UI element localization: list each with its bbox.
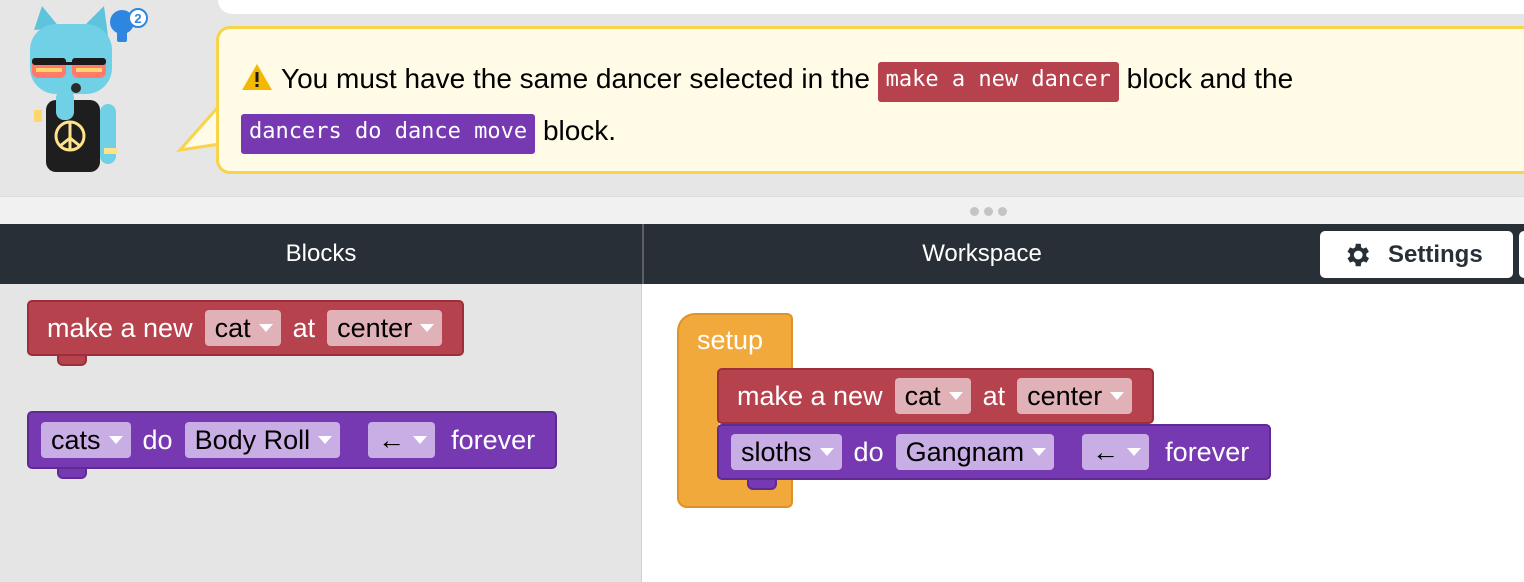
instruction-text-part2: block and the bbox=[1126, 63, 1294, 94]
chevron-down-icon bbox=[948, 392, 963, 400]
dance-move-dropdown-value: Body Roll bbox=[194, 424, 311, 455]
dance-move-dropdown[interactable]: Gangnam bbox=[895, 434, 1055, 470]
block-text-forever: forever bbox=[1165, 436, 1250, 467]
editor-header: Blocks Workspace Settings bbox=[0, 224, 1524, 284]
block-text-at: at bbox=[292, 312, 316, 343]
resize-divider[interactable] bbox=[0, 196, 1524, 224]
instruction-bubble: You must have the same dancer selected i… bbox=[216, 26, 1524, 174]
resize-grip-icon[interactable] bbox=[970, 207, 1007, 216]
dancer-dropdown[interactable]: cat bbox=[204, 310, 281, 346]
position-dropdown-value: center bbox=[1027, 380, 1103, 411]
direction-dropdown[interactable]: ← bbox=[1082, 434, 1150, 470]
block-text-at: at bbox=[982, 380, 1006, 411]
code-make-new-dancer: make a new dancer bbox=[877, 62, 1119, 102]
instruction-text: You must have the same dancer selected i… bbox=[241, 53, 1461, 157]
direction-dropdown-value: ← bbox=[1092, 436, 1120, 467]
workspace-make-new-dancer-block[interactable]: make a new cat at center bbox=[717, 368, 1155, 424]
workspace-do-dance-move-block[interactable]: sloths do Gangnam ← forever bbox=[717, 424, 1272, 490]
hint-count-badge: 2 bbox=[134, 11, 141, 26]
code-dancers-do-dance-move: dancers do dance move bbox=[241, 114, 536, 154]
chevron-down-icon bbox=[1110, 392, 1125, 400]
chevron-down-icon bbox=[108, 436, 123, 444]
settings-button[interactable]: Settings bbox=[1320, 231, 1513, 278]
group-dropdown-value: cats bbox=[51, 424, 101, 455]
group-dropdown[interactable]: sloths bbox=[731, 434, 842, 470]
offscreen-button-edge[interactable] bbox=[1519, 231, 1524, 278]
block-text-forever: forever bbox=[451, 424, 536, 455]
dancer-dropdown[interactable]: cat bbox=[894, 378, 971, 414]
blocks-header: Blocks bbox=[285, 240, 357, 267]
chevron-down-icon bbox=[420, 324, 435, 332]
group-dropdown-value: sloths bbox=[741, 436, 812, 467]
settings-label: Settings bbox=[1388, 240, 1483, 268]
chevron-down-icon bbox=[318, 436, 333, 444]
instruction-text-part1: You must have the same dancer selected i… bbox=[281, 63, 870, 94]
position-dropdown-value: center bbox=[337, 312, 413, 343]
direction-dropdown[interactable]: ← bbox=[368, 422, 436, 458]
block-connector bbox=[747, 480, 777, 490]
direction-dropdown-value: ← bbox=[378, 424, 406, 455]
instructions-panel: 2 You must have the same dancer selected… bbox=[0, 0, 1524, 196]
block-text-do: do bbox=[142, 424, 173, 455]
workspace-header: Workspace bbox=[922, 240, 1042, 267]
block-text-make-a-new: make a new bbox=[737, 380, 883, 411]
warning-icon bbox=[242, 64, 272, 90]
chevron-down-icon bbox=[413, 436, 428, 444]
lightbulb-icon[interactable]: 2 bbox=[108, 4, 148, 54]
block-connector bbox=[57, 356, 87, 366]
toolbox-make-new-dancer-block[interactable]: make a new cat at center bbox=[27, 300, 465, 366]
dancer-dropdown-value: cat bbox=[904, 380, 941, 411]
dancer-dropdown-value: cat bbox=[214, 312, 251, 343]
instructions-top-strip bbox=[218, 0, 1524, 14]
setup-label: setup bbox=[697, 325, 764, 355]
chevron-down-icon bbox=[1127, 448, 1142, 456]
dance-move-dropdown[interactable]: Body Roll bbox=[184, 422, 341, 458]
toolbox-do-dance-move-block[interactable]: cats do Body Roll ← forever bbox=[27, 411, 558, 479]
instruction-text-part3: block. bbox=[542, 115, 617, 146]
chevron-down-icon bbox=[1032, 448, 1047, 456]
block-connector bbox=[57, 469, 87, 479]
block-text-make-a-new: make a new bbox=[47, 312, 193, 343]
chevron-down-icon bbox=[258, 324, 273, 332]
position-dropdown[interactable]: center bbox=[327, 310, 443, 346]
gear-icon bbox=[1347, 243, 1369, 266]
chevron-down-icon bbox=[819, 448, 834, 456]
group-dropdown[interactable]: cats bbox=[41, 422, 131, 458]
position-dropdown[interactable]: center bbox=[1017, 378, 1133, 414]
dance-move-dropdown-value: Gangnam bbox=[905, 436, 1025, 467]
block-text-do: do bbox=[853, 436, 884, 467]
setup-block-side bbox=[677, 367, 719, 485]
